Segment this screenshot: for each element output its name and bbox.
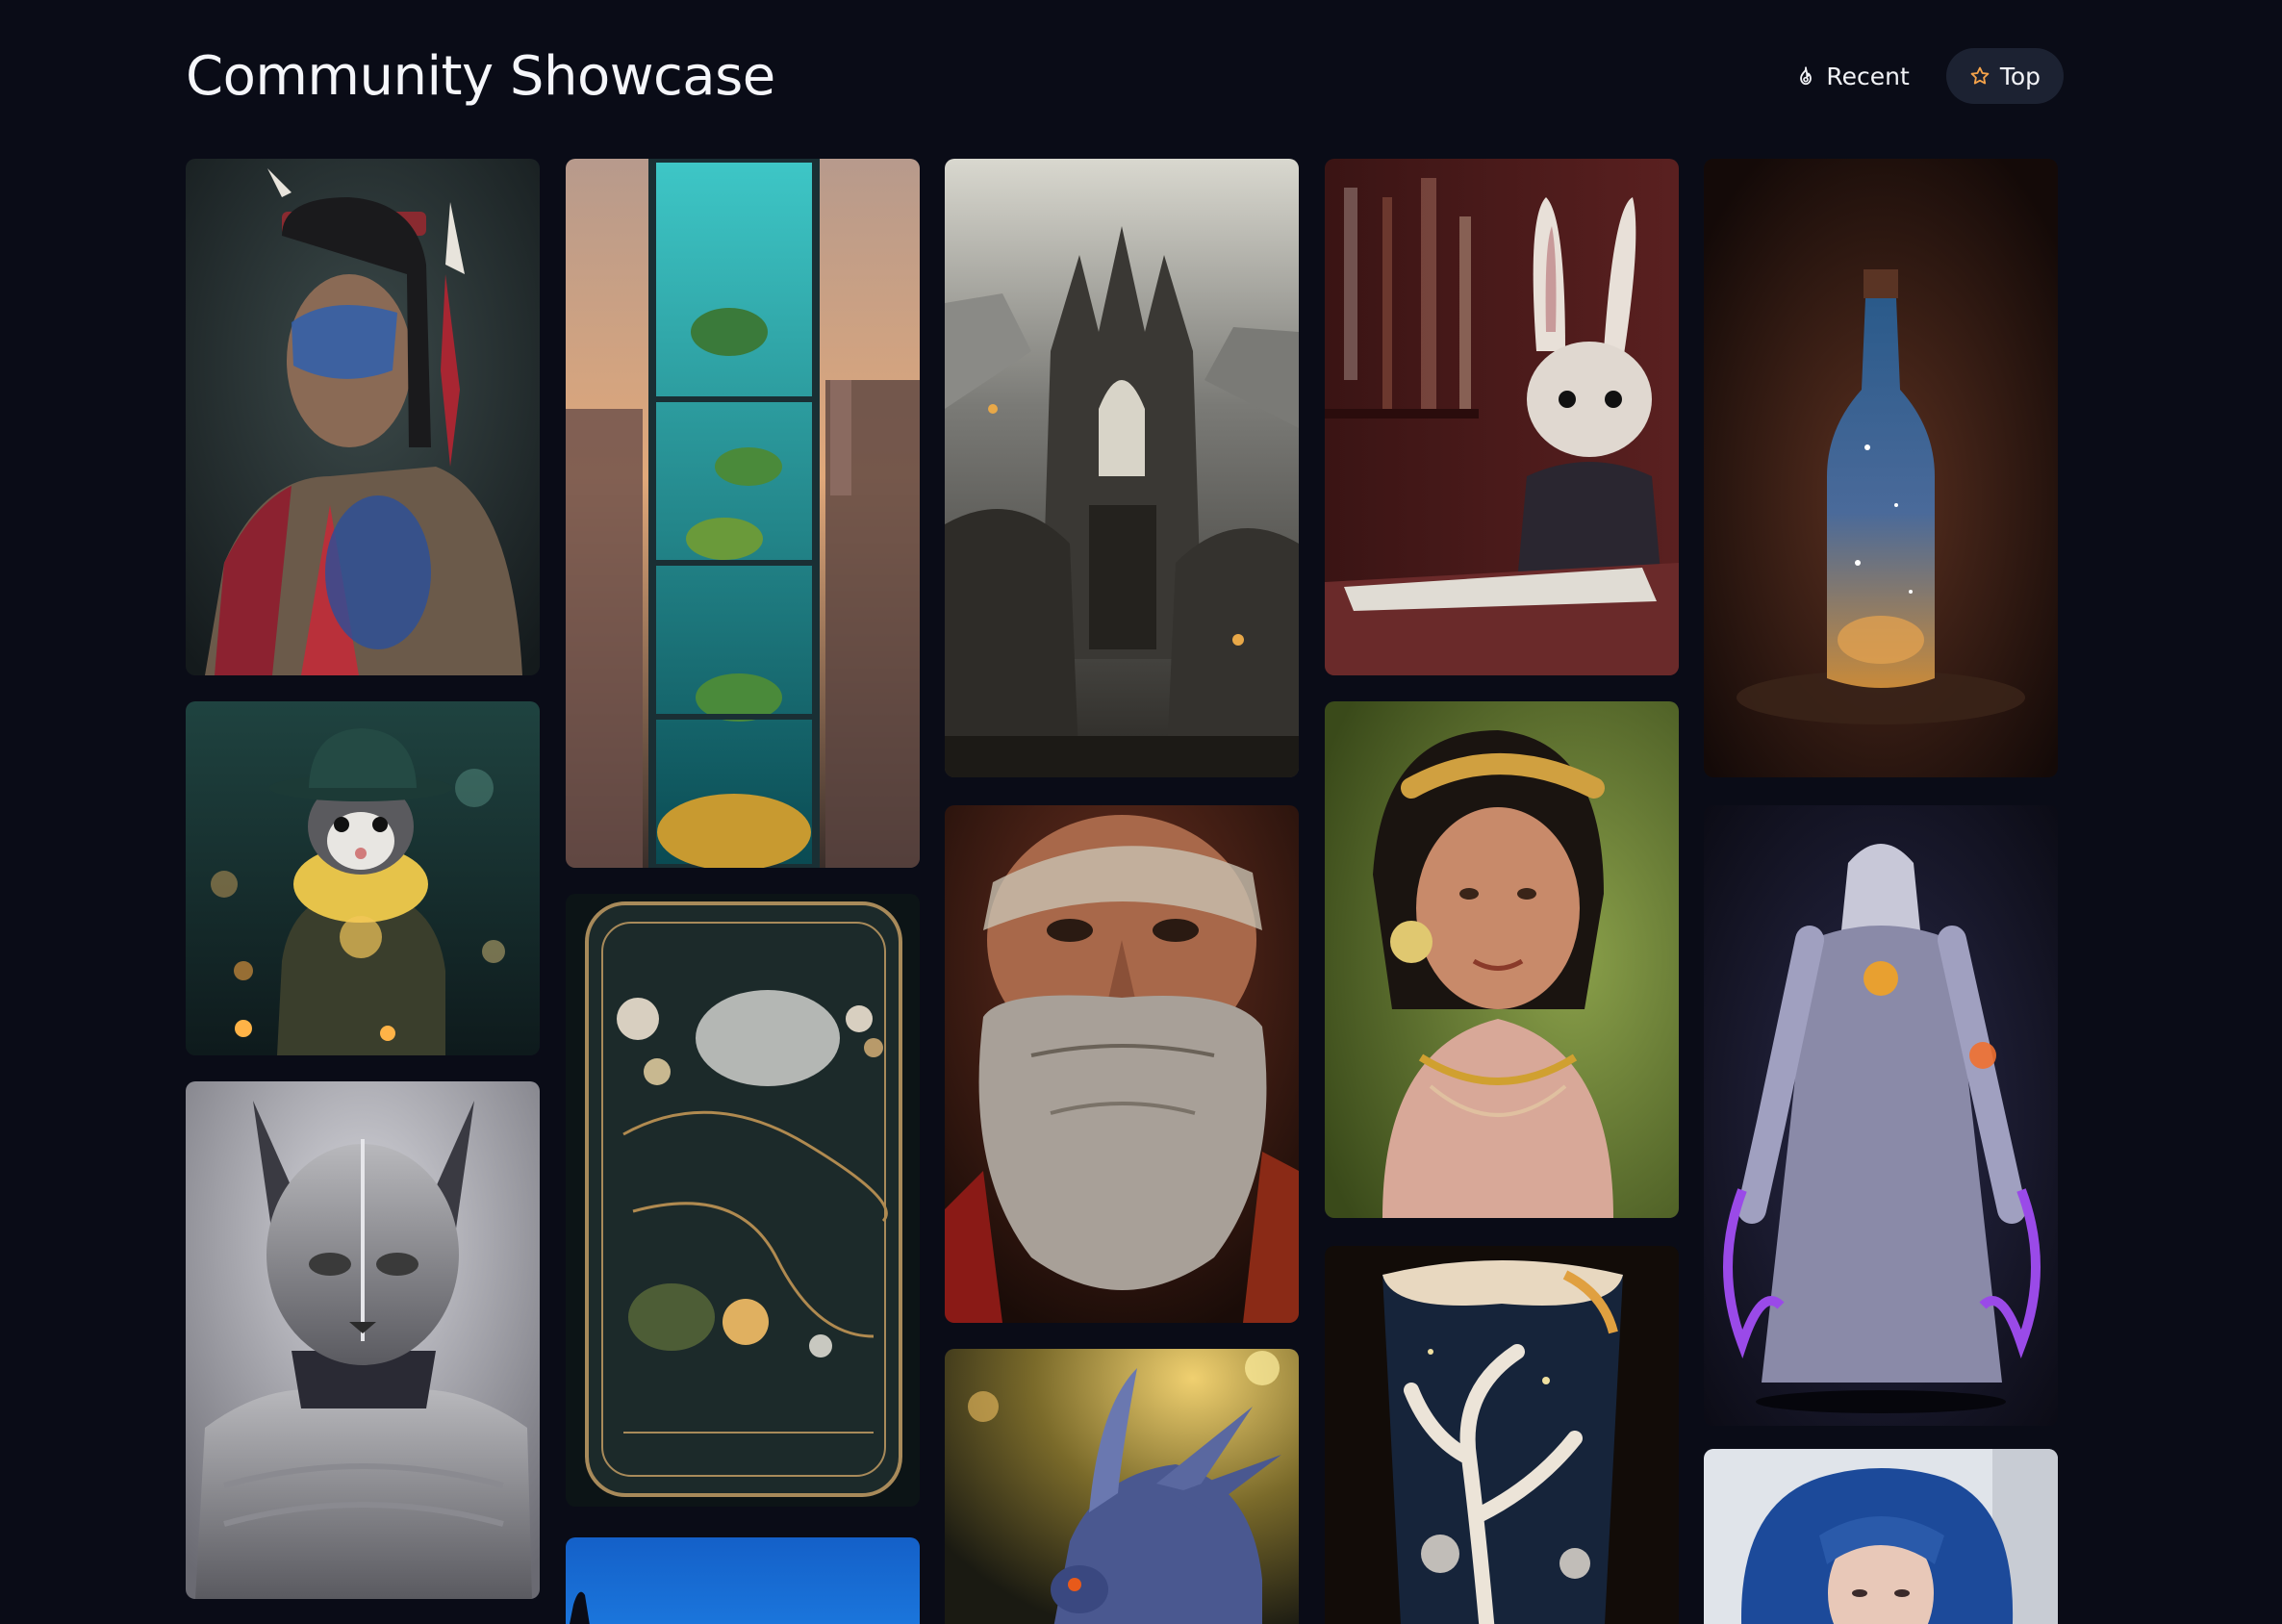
gallery-image-writing-rabbit[interactable] [1325,159,1679,675]
gallery-image-ghost-wizard[interactable] [1704,805,2058,1426]
blue-sky-image [566,1537,920,1624]
gallery-image-fantasy-map[interactable] [566,894,920,1507]
gallery-image-gothic-cathedral[interactable] [945,159,1299,777]
armored-cat-image [186,1081,540,1599]
gallery-image-blue-sky[interactable] [566,1537,920,1624]
sort-recent-label: Recent [1826,62,1910,90]
ghost-wizard-image [1704,805,2058,1426]
porcelain-vase-image [1325,1246,1679,1624]
sort-top-button[interactable]: Top [1945,48,2064,104]
blue-dragon-image [945,1349,1299,1624]
sort-toggle: Recent Top [1772,48,2064,104]
gothic-cathedral-image [945,159,1299,777]
image-gallery [186,159,2058,1624]
gallery-image-aquarium-tower[interactable] [566,159,920,868]
gallery-image-armored-cat[interactable] [186,1081,540,1599]
gallery-image-woman-braid[interactable] [1325,701,1679,1218]
showcase-page: Community Showcase Recent Top [0,0,2282,1624]
gallery-image-ferret[interactable] [186,701,540,1055]
page-title: Community Showcase [186,44,775,108]
gallery-image-galaxy-bottle[interactable] [1704,159,2058,777]
tribal-elder-image [186,159,540,675]
bearded-man-image [945,805,1299,1323]
aquarium-tower-image [566,159,920,868]
blue-haired-woman-image [1704,1449,2058,1624]
fantasy-map-image [566,894,920,1507]
gallery-image-porcelain-vase[interactable] [1325,1246,1679,1624]
sort-recent-button[interactable]: Recent [1772,48,1932,104]
star-icon [1970,66,1990,85]
sort-top-label: Top [1999,62,2041,90]
gallery-image-blue-haired-woman[interactable] [1704,1449,2058,1624]
page-header: Community Showcase Recent Top [186,38,2064,114]
fire-icon [1800,66,1813,86]
ferret-image [186,701,540,1055]
galaxy-bottle-image [1704,159,2058,777]
writing-rabbit-image [1325,159,1679,675]
gallery-image-tribal-elder[interactable] [186,159,540,675]
gallery-image-blue-dragon[interactable] [945,1349,1299,1624]
woman-braid-image [1325,701,1679,1218]
gallery-image-bearded-man[interactable] [945,805,1299,1323]
